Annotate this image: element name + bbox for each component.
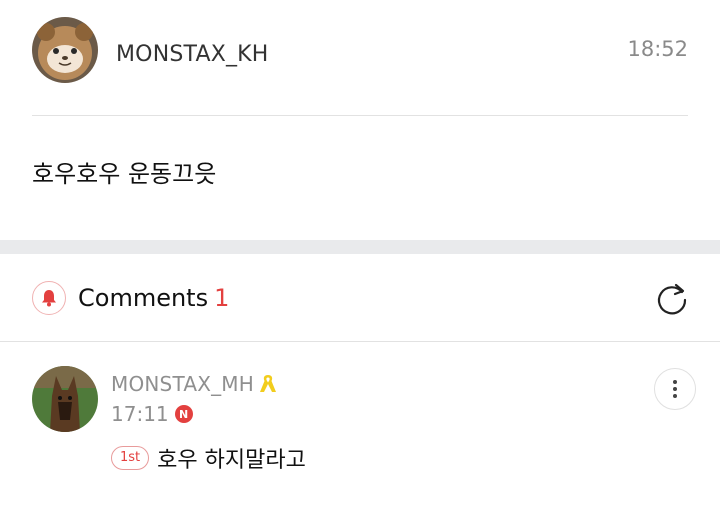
refresh-icon	[657, 283, 687, 315]
more-options-button[interactable]	[654, 368, 696, 410]
comment-text: 호우 하지말라고	[157, 448, 306, 473]
more-vertical-icon	[673, 379, 677, 400]
comments-count: 1	[214, 284, 230, 312]
comments-title-label: Comments	[78, 284, 209, 312]
section-separator	[0, 240, 720, 254]
comment-item: MONSTAX_MH 17:11 N 1st 호우 하지말라고	[0, 342, 720, 524]
post-timestamp: 18:52	[627, 37, 688, 61]
comments-header: Comments 1	[0, 254, 720, 342]
comment-author-row: MONSTAX_MH	[111, 372, 280, 396]
comment-author-name[interactable]: MONSTAX_MH	[111, 372, 254, 396]
comment-timestamp: 17:11	[111, 402, 169, 426]
yellow-ribbon-icon	[260, 375, 276, 392]
post-author-name[interactable]: MONSTAX_KH	[116, 42, 269, 67]
comment-author-avatar[interactable]	[32, 366, 98, 432]
post-body-text: 호우호우 운동끄읏	[32, 160, 217, 188]
post-header: MONSTAX_KH 18:52	[0, 0, 720, 116]
rank-badge: 1st	[111, 446, 150, 470]
post-divider	[32, 115, 688, 116]
comments-title: Comments 1	[78, 284, 229, 312]
post-author-avatar[interactable]	[32, 17, 98, 83]
new-badge: N	[174, 405, 193, 423]
refresh-button[interactable]	[654, 280, 690, 316]
comment-meta: 17:11 N	[111, 402, 193, 426]
comment-text-row: 1st 호우 하지말라고	[111, 442, 306, 474]
bell-icon[interactable]	[32, 281, 66, 315]
